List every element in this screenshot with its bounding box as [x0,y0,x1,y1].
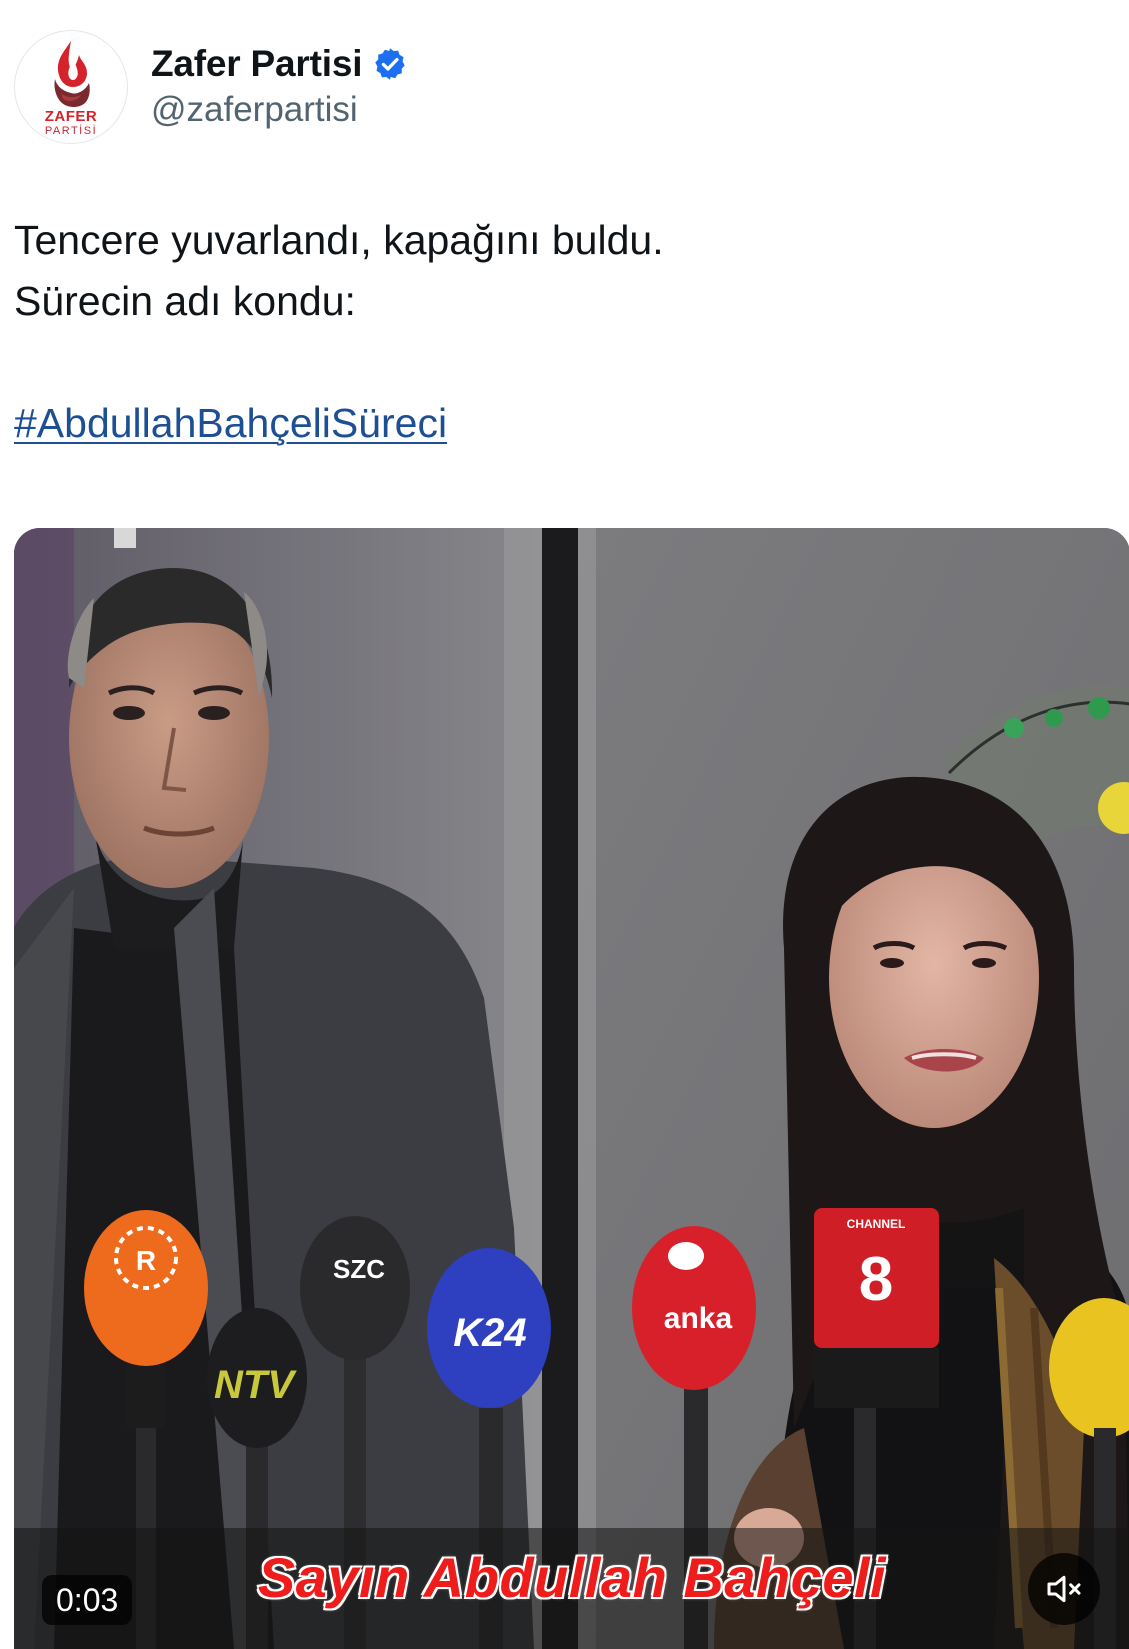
mic-label-anka: anka [664,1302,733,1335]
video-player[interactable]: R NTV SZC K24 anka CHANNEL 8 Sayın Abdul… [14,528,1129,1649]
speaker-muted-icon [1047,1575,1081,1603]
avatar-logo-subtext: PARTİSİ [44,125,98,137]
mic-label-ntv: NTV [214,1363,297,1407]
verified-badge-icon [375,48,405,80]
video-timestamp: 0:03 [42,1575,133,1625]
name-row: Zafer Partisi [151,42,408,86]
tweet-text-line: Tencere yuvarlandı, kapağını buldu. [14,217,664,263]
display-name[interactable]: Zafer Partisi [151,43,362,85]
mic-label-channel8-num: 8 [859,1245,893,1314]
tweet-header: ZAFER PARTİSİ Zafer Partisi @zaferpartis… [14,30,1114,146]
video-frame: R NTV SZC K24 anka CHANNEL 8 [14,528,1129,1649]
mic-label-k24: K24 [453,1311,526,1355]
tweet-body: Tencere yuvarlandı, kapağını buldu. Süre… [14,210,664,454]
tweet-text-line: Sürecin adı kondu: [14,278,356,324]
mic-label-rudaw: R [136,1245,156,1276]
video-caption: Sayın Abdullah Bahçeli [257,1546,887,1609]
account-handle[interactable]: @zaferpartisi [151,90,358,130]
mic-label-channel8-top: CHANNEL [847,1217,906,1231]
avatar[interactable]: ZAFER PARTİSİ [14,30,128,144]
hashtag-link[interactable]: #AbdullahBahçeliSüreci [14,400,447,446]
mic-label-szc: SZC [333,1254,385,1284]
mute-button[interactable] [1028,1553,1100,1625]
avatar-logo-text: ZAFER [44,108,98,125]
